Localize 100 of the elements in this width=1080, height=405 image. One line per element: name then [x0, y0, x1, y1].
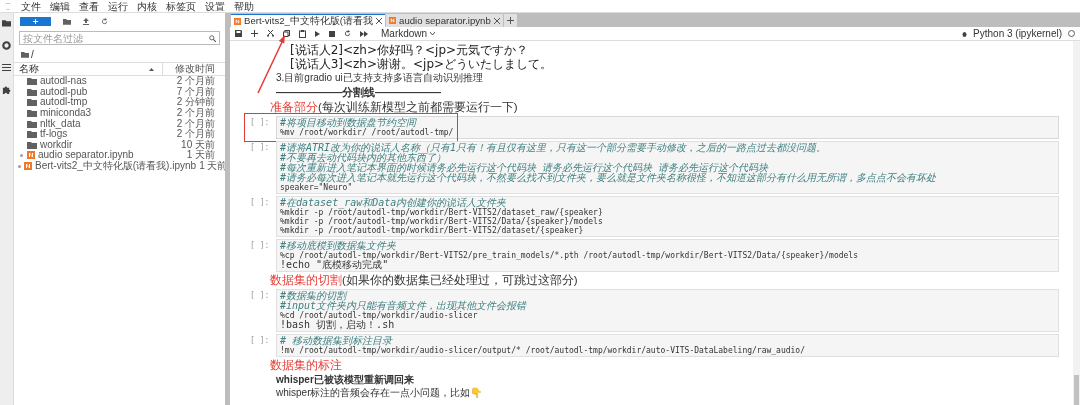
file-name[interactable]: autodl-nas: [40, 76, 174, 87]
jupyter-logo-icon: [4, 1, 12, 11]
notebook-tab[interactable]: Bert-vits2_中文特化版(请看我: [231, 14, 386, 27]
section-heading: 数据集的标注: [270, 359, 342, 372]
cell-prompt: [ ]:: [250, 290, 271, 300]
heading-note: (如果你的数据集已经处理过，可跳过这部分): [342, 274, 578, 287]
code-cell[interactable]: #移动底模到数据集文件夹 %cp /root/autodl-tmp/workdir/Bert-VITS2/pre_train_models/*.pth /root/autodl-tmp/workdir/Bert-VITS2/Data/{speaker}/models !echo "底模移动完成": [276, 239, 1059, 272]
cell-prompt: [ ]:: [250, 240, 271, 250]
cut-icon[interactable]: [267, 30, 274, 37]
menu-item[interactable]: 编辑: [50, 0, 70, 12]
run-icon[interactable]: [315, 30, 320, 37]
refresh-icon[interactable]: [101, 18, 108, 25]
menu-item[interactable]: 标签页: [166, 0, 196, 12]
code-comment: #每次重新进入笔记本界面的时候请务必先运行这个代码块 请务必先运行这个代码块 请务必先运行这个代码块: [280, 163, 770, 173]
code-line: speaker="Neuro": [280, 183, 354, 192]
new-tab-button[interactable]: [503, 14, 517, 27]
code-line: %mv /root/workdir/ /root/autodl-tmp/: [280, 128, 455, 137]
code-comment: #请务必每次进入笔记本就先运行这个代码块，不然要么找不到文件夹，要么就是文件夹名称很怪，不知道这部分有什么用无所谓，多点点不会有坏处: [280, 173, 938, 183]
modified-time: 2 个月前: [176, 76, 215, 87]
code-line: %cd /root/autodl-tmp/workdir/audio-slicer: [280, 311, 479, 320]
restart-icon[interactable]: [344, 30, 351, 37]
menu-item[interactable]: 查看: [79, 0, 99, 12]
notebook-icon: [389, 17, 397, 24]
menu-item[interactable]: 文件: [21, 0, 41, 12]
filter-field[interactable]: 按文件名过滤: [19, 31, 220, 45]
menu-item[interactable]: 内核: [137, 0, 157, 12]
cell-type-dropdown[interactable]: Markdown: [381, 28, 436, 39]
folder-icon[interactable]: [21, 51, 29, 58]
modified-time: 1 天前: [199, 161, 228, 172]
code-line: !mv /root/autodl-tmp/workdir/audio-slicer/output/* /root/autodl-tmp/workdir/auto-VITS-DataLabeling/raw_audio/: [280, 346, 806, 355]
caret-icon: [430, 32, 436, 35]
column-header[interactable]: 修改时间: [163, 62, 225, 76]
cell-prompt: [ ]:: [250, 142, 271, 152]
modified-time: 1 天前: [186, 150, 215, 161]
status-dot-icon: [19, 153, 23, 157]
cell-prompt: [ ]:: [250, 197, 271, 207]
file-name[interactable]: autodl-tmp: [40, 97, 174, 108]
file-name[interactable]: workdir: [40, 139, 179, 150]
running-icon[interactable]: [2, 41, 11, 50]
modified-time: 2 分钟前: [176, 97, 215, 108]
sort-caret-icon: [149, 67, 154, 71]
menu-item[interactable]: 帮助: [234, 0, 254, 12]
file-name[interactable]: tf-logs: [40, 129, 174, 140]
bug-icon[interactable]: [962, 30, 968, 37]
markdown-heading: ——————分割线——————: [275, 85, 442, 99]
code-comment: #不要再去动代码块内的其他东西了）: [280, 153, 447, 163]
folder-icon[interactable]: [2, 19, 11, 27]
code-line: %mkdir -p /root/autodl-tmp/workdir/Bert-VITS2/Data/{speaker}/models: [280, 217, 604, 226]
close-icon[interactable]: [376, 18, 383, 24]
code-line: %mkdir -p /root/autodl-tmp/workdir/Bert-VITS2/dataset/{speaker}: [280, 226, 584, 235]
menu-item[interactable]: 设置: [205, 0, 225, 12]
puzzle-icon[interactable]: [2, 85, 11, 94]
file-name[interactable]: miniconda3: [40, 108, 174, 119]
notebook-icon: [24, 162, 32, 171]
close-icon[interactable]: [493, 17, 500, 24]
new-launcher-button[interactable]: [20, 17, 51, 26]
code-cell[interactable]: # 移动数据集到标注目录 !mv /root/autodl-tmp/workdir/audio-slicer/output/* /root/autodl-tmp/workdir/auto-VITS-DataLabeling/raw_audio/: [276, 334, 1059, 357]
file-name[interactable]: Bert-vits2_中文特化版(请看我).ipynb: [35, 161, 197, 172]
modified-time: 2 个月前: [176, 129, 215, 140]
cell-prompt: [ ]:: [250, 335, 271, 345]
code-cell[interactable]: [276, 196, 1059, 237]
new-folder-icon[interactable]: [63, 18, 71, 25]
copy-icon[interactable]: [283, 30, 290, 37]
file-name[interactable]: nltk_data: [40, 118, 174, 129]
code-cell[interactable]: #将项目移动到数据盘节约空间 %mv /root/workdir/ /root/autodl-tmp/: [276, 116, 1059, 139]
fast-forward-icon[interactable]: [360, 30, 368, 37]
column-header[interactable]: 名称: [19, 62, 39, 76]
menu-item[interactable]: 运行: [108, 0, 128, 12]
code-line: %mkdir -p /root/autodl-tmp/workdir/Bert-VITS2/dataset_raw/{speaker}: [280, 208, 604, 217]
code-comment: #将项目移动到数据盘节约空间: [280, 118, 417, 128]
section-heading: 准备部分: [270, 101, 318, 114]
stop-icon[interactable]: [329, 30, 335, 37]
markdown-paragraph: whisper已被该模型重新调回来: [275, 374, 415, 385]
markdown-line: [说话人3]<zh>谢谢。<jp>どういたしまして。: [289, 57, 554, 71]
code-line: !bash 切割，启动！.sh: [280, 320, 395, 330]
markdown-paragraph: whisper标注的音频会存在一点小问题，比如👇: [275, 387, 484, 398]
modified-time: 2 个月前: [176, 108, 215, 119]
kernel-status-icon: [1068, 30, 1075, 37]
file-name[interactable]: audio separator.ipynb: [38, 150, 184, 161]
modified-time: 10 天前: [181, 139, 215, 150]
heading-note: (每次训练新模型之前都需要运行一下): [318, 101, 518, 114]
scrollbar[interactable]: [1073, 41, 1080, 405]
section-heading: 数据集的切割: [270, 274, 342, 287]
plus-icon: [506, 17, 514, 24]
save-icon[interactable]: [235, 30, 242, 37]
kernel-name[interactable]: Python 3 (ipykernel): [973, 28, 1062, 39]
code-cell[interactable]: [276, 141, 1059, 194]
file-name[interactable]: autodl-pub: [40, 86, 174, 97]
markdown-paragraph: 3.目前gradio ui已支持支持多语言自动识别推理: [275, 72, 484, 83]
code-comment: #数据集的切割: [280, 291, 348, 301]
code-cell[interactable]: #数据集的切割 #input文件夹内只能有音频文件，出现其他文件会报错 %cd /root/autodl-tmp/workdir/audio-slicer !bash 切割，启动！.sh: [276, 289, 1059, 332]
notebook-tab[interactable]: audio separator.ipynb: [386, 14, 503, 27]
upload-icon[interactable]: [83, 18, 89, 25]
list-icon[interactable]: [2, 64, 11, 71]
paste-icon[interactable]: [299, 29, 306, 38]
add-icon[interactable]: [251, 30, 258, 37]
code-comment: #在dataset_raw和Data内创建你的说话人文件夹: [280, 198, 507, 208]
modified-time: 2 个月前: [176, 118, 215, 129]
breadcrumb[interactable]: /: [31, 49, 34, 60]
notebook-icon: [234, 17, 241, 25]
